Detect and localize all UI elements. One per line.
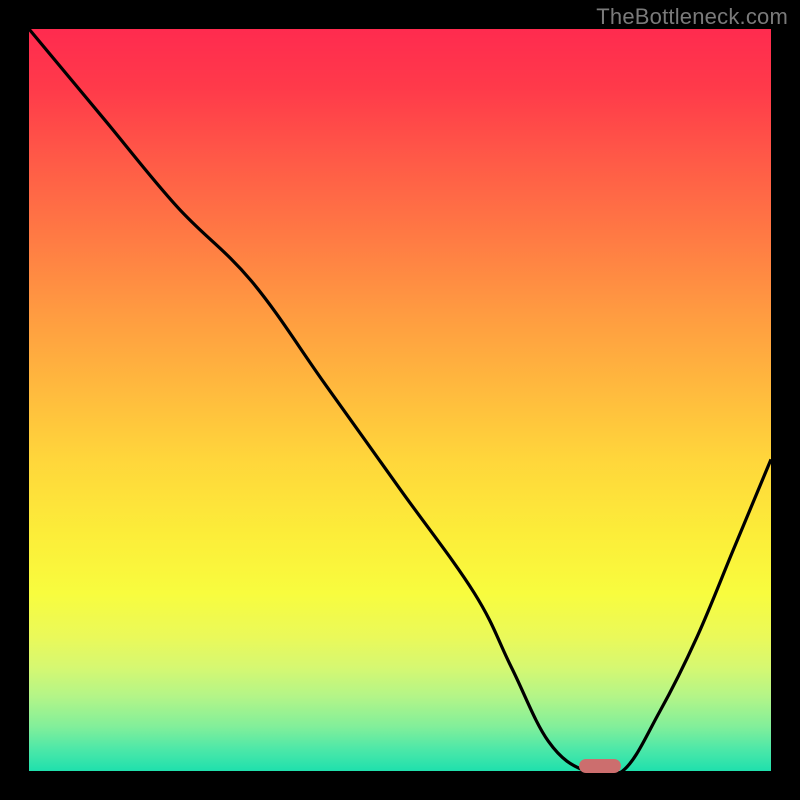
curve-path — [29, 29, 771, 777]
bottleneck-curve — [29, 29, 771, 771]
optimal-point-marker — [579, 759, 621, 773]
watermark-text: TheBottleneck.com — [596, 4, 788, 30]
